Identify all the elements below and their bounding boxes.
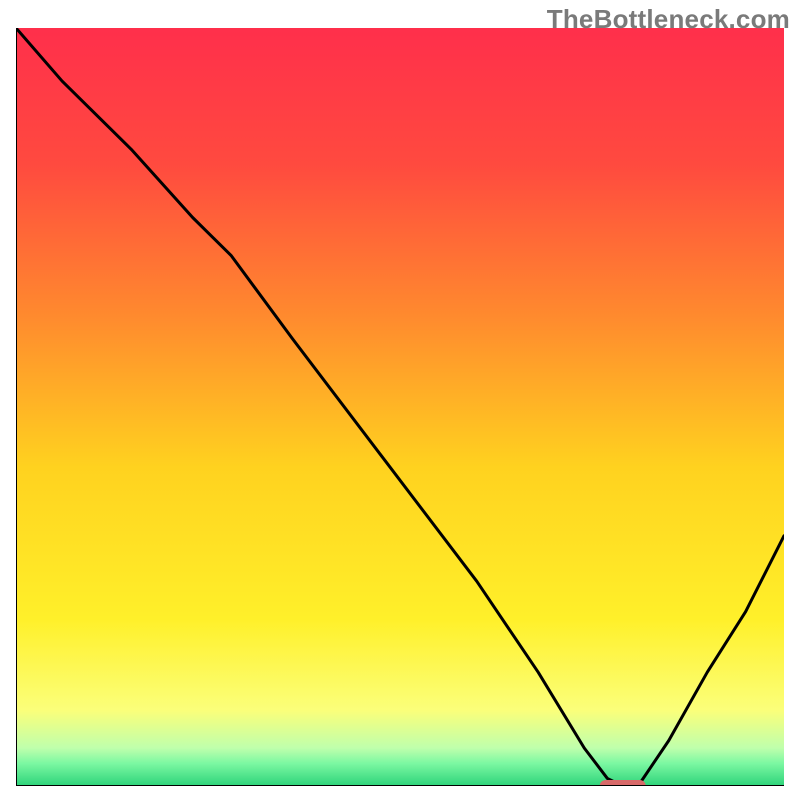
optimal-marker — [600, 780, 646, 786]
chart-stage: TheBottleneck.com — [0, 0, 800, 800]
watermark-text: TheBottleneck.com — [547, 4, 790, 35]
bottleneck-chart — [16, 28, 784, 786]
gradient-rect — [16, 28, 784, 786]
